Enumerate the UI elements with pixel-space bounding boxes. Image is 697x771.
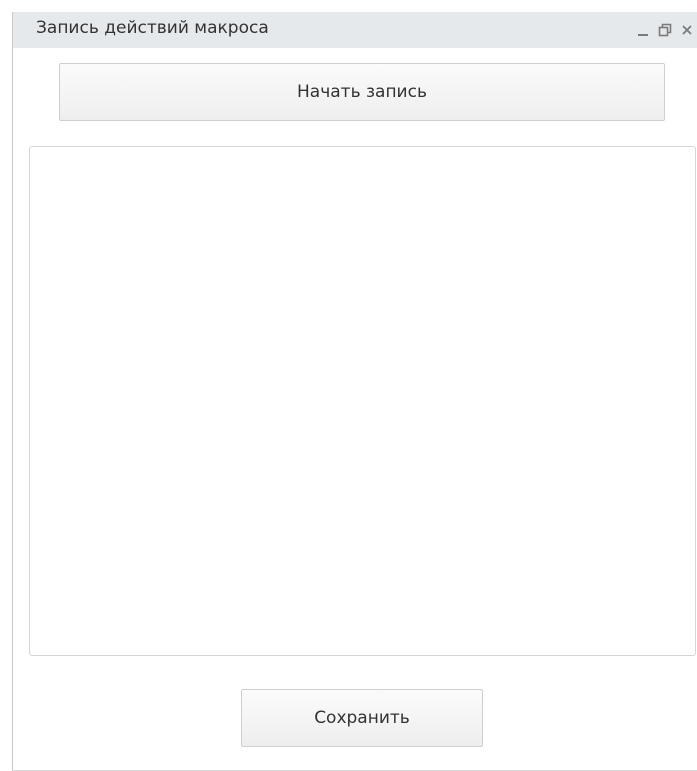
macro-recorder-window: Запись действий макроса Начать запись Со…: [12, 12, 697, 771]
close-icon[interactable]: [676, 19, 697, 41]
window-titlebar[interactable]: Запись действий макроса: [13, 12, 697, 48]
window-controls: [632, 18, 697, 42]
recorded-actions-area[interactable]: [29, 146, 696, 656]
start-recording-button[interactable]: Начать запись: [59, 63, 665, 121]
minimize-icon[interactable]: [632, 19, 654, 41]
restore-icon[interactable]: [654, 19, 676, 41]
window-title: Запись действий макроса: [36, 18, 269, 38]
save-button[interactable]: Сохранить: [241, 689, 483, 747]
